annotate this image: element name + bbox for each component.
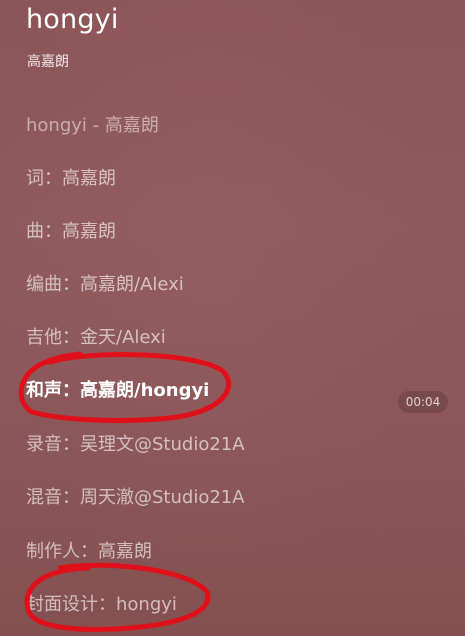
lyric-line[interactable]: 曲：高嘉朗	[26, 217, 116, 243]
playback-time-badge[interactable]: 00:04	[398, 391, 448, 413]
lyric-line-active[interactable]: 和声：高嘉朗/hongyi	[26, 376, 209, 402]
lyric-line[interactable]: 编曲：高嘉朗/Alexi	[26, 270, 184, 296]
artist-name: 高嘉朗	[27, 54, 69, 70]
lyric-line[interactable]: 混音：周天澈@Studio21A	[26, 483, 245, 509]
lyric-line[interactable]: 录音：吴理文@Studio21A	[26, 430, 245, 456]
lyric-line[interactable]: 封面设计：hongyi	[26, 590, 177, 616]
lyric-line[interactable]: 词：高嘉朗	[26, 164, 116, 190]
lyric-line[interactable]: hongyi - 高嘉朗	[26, 111, 159, 137]
lyric-line[interactable]: 吉他：金天/Alexi	[26, 323, 166, 349]
lyric-line[interactable]: 制作人：高嘉朗	[26, 537, 152, 563]
song-title: hongyi	[26, 4, 119, 35]
